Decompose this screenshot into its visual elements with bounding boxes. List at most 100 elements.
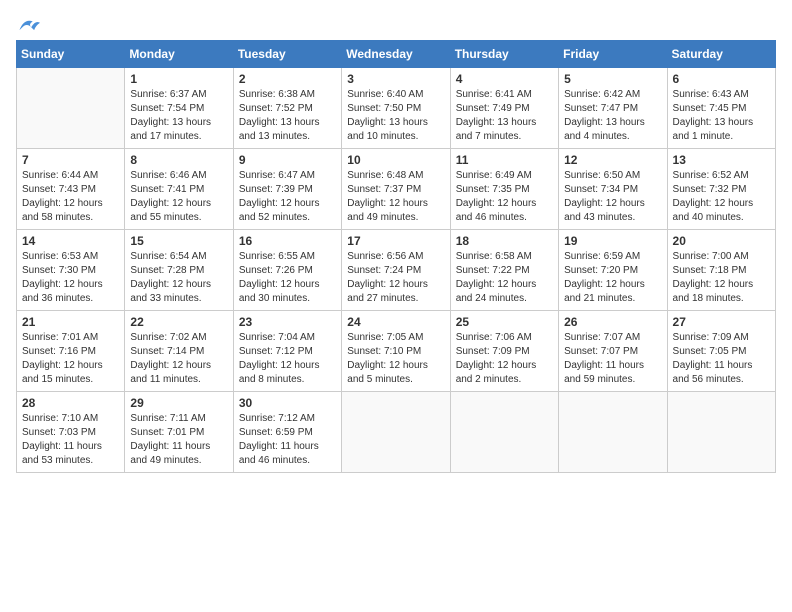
calendar-cell: 30 Sunrise: 7:12 AM Sunset: 6:59 PM Dayli… bbox=[233, 392, 341, 473]
day-number: 1 bbox=[130, 72, 227, 86]
calendar-table: SundayMondayTuesdayWednesdayThursdayFrid… bbox=[16, 40, 776, 473]
day-info: Sunrise: 6:37 AM Sunset: 7:54 PM Dayligh… bbox=[130, 88, 227, 144]
day-info: Sunrise: 6:52 AM Sunset: 7:32 PM Dayligh… bbox=[673, 169, 770, 225]
calendar-cell: 22 Sunrise: 7:02 AM Sunset: 7:14 PM Dayli… bbox=[125, 311, 233, 392]
calendar-cell: 17 Sunrise: 6:56 AM Sunset: 7:24 PM Dayli… bbox=[342, 230, 450, 311]
calendar-cell: 12 Sunrise: 6:50 AM Sunset: 7:34 PM Dayli… bbox=[559, 149, 667, 230]
day-header-thursday: Thursday bbox=[450, 41, 558, 68]
day-info: Sunrise: 7:12 AM Sunset: 6:59 PM Dayligh… bbox=[239, 412, 336, 468]
calendar-cell: 11 Sunrise: 6:49 AM Sunset: 7:35 PM Dayli… bbox=[450, 149, 558, 230]
day-number: 13 bbox=[673, 153, 770, 167]
calendar-cell: 19 Sunrise: 6:59 AM Sunset: 7:20 PM Dayli… bbox=[559, 230, 667, 311]
day-number: 21 bbox=[22, 315, 119, 329]
day-info: Sunrise: 7:06 AM Sunset: 7:09 PM Dayligh… bbox=[456, 331, 553, 387]
day-number: 4 bbox=[456, 72, 553, 86]
calendar-cell bbox=[667, 392, 775, 473]
day-info: Sunrise: 6:59 AM Sunset: 7:20 PM Dayligh… bbox=[564, 250, 661, 306]
calendar-week-row: 14 Sunrise: 6:53 AM Sunset: 7:30 PM Dayli… bbox=[17, 230, 776, 311]
day-info: Sunrise: 7:11 AM Sunset: 7:01 PM Dayligh… bbox=[130, 412, 227, 468]
calendar-cell: 20 Sunrise: 7:00 AM Sunset: 7:18 PM Dayli… bbox=[667, 230, 775, 311]
logo bbox=[16, 16, 40, 30]
day-number: 22 bbox=[130, 315, 227, 329]
day-info: Sunrise: 7:02 AM Sunset: 7:14 PM Dayligh… bbox=[130, 331, 227, 387]
day-number: 8 bbox=[130, 153, 227, 167]
day-info: Sunrise: 7:09 AM Sunset: 7:05 PM Dayligh… bbox=[673, 331, 770, 387]
day-info: Sunrise: 6:43 AM Sunset: 7:45 PM Dayligh… bbox=[673, 88, 770, 144]
day-info: Sunrise: 6:46 AM Sunset: 7:41 PM Dayligh… bbox=[130, 169, 227, 225]
day-header-wednesday: Wednesday bbox=[342, 41, 450, 68]
day-info: Sunrise: 6:40 AM Sunset: 7:50 PM Dayligh… bbox=[347, 88, 444, 144]
calendar-cell: 15 Sunrise: 6:54 AM Sunset: 7:28 PM Dayli… bbox=[125, 230, 233, 311]
calendar-cell: 23 Sunrise: 7:04 AM Sunset: 7:12 PM Dayli… bbox=[233, 311, 341, 392]
calendar-week-row: 1 Sunrise: 6:37 AM Sunset: 7:54 PM Daylig… bbox=[17, 68, 776, 149]
day-number: 16 bbox=[239, 234, 336, 248]
day-number: 7 bbox=[22, 153, 119, 167]
day-info: Sunrise: 6:58 AM Sunset: 7:22 PM Dayligh… bbox=[456, 250, 553, 306]
calendar-cell: 14 Sunrise: 6:53 AM Sunset: 7:30 PM Dayli… bbox=[17, 230, 125, 311]
day-number: 28 bbox=[22, 396, 119, 410]
day-header-friday: Friday bbox=[559, 41, 667, 68]
day-info: Sunrise: 6:49 AM Sunset: 7:35 PM Dayligh… bbox=[456, 169, 553, 225]
day-info: Sunrise: 6:54 AM Sunset: 7:28 PM Dayligh… bbox=[130, 250, 227, 306]
day-number: 20 bbox=[673, 234, 770, 248]
day-number: 15 bbox=[130, 234, 227, 248]
calendar-cell: 3 Sunrise: 6:40 AM Sunset: 7:50 PM Daylig… bbox=[342, 68, 450, 149]
day-info: Sunrise: 6:55 AM Sunset: 7:26 PM Dayligh… bbox=[239, 250, 336, 306]
day-header-sunday: Sunday bbox=[17, 41, 125, 68]
day-info: Sunrise: 6:48 AM Sunset: 7:37 PM Dayligh… bbox=[347, 169, 444, 225]
calendar-week-row: 21Sunrise: 7:01 AM Sunset: 7:16 PM Dayli… bbox=[17, 311, 776, 392]
day-number: 6 bbox=[673, 72, 770, 86]
calendar-cell: 28Sunrise: 7:10 AM Sunset: 7:03 PM Dayli… bbox=[17, 392, 125, 473]
calendar-cell: 4Sunrise: 6:41 AM Sunset: 7:49 PM Daylig… bbox=[450, 68, 558, 149]
page-header bbox=[16, 16, 776, 30]
day-header-saturday: Saturday bbox=[667, 41, 775, 68]
day-number: 3 bbox=[347, 72, 444, 86]
calendar-cell: 21Sunrise: 7:01 AM Sunset: 7:16 PM Dayli… bbox=[17, 311, 125, 392]
calendar-cell: 5Sunrise: 6:42 AM Sunset: 7:47 PM Daylig… bbox=[559, 68, 667, 149]
day-number: 2 bbox=[239, 72, 336, 86]
day-number: 14 bbox=[22, 234, 119, 248]
day-number: 19 bbox=[564, 234, 661, 248]
day-info: Sunrise: 7:00 AM Sunset: 7:18 PM Dayligh… bbox=[673, 250, 770, 306]
day-number: 30 bbox=[239, 396, 336, 410]
day-number: 18 bbox=[456, 234, 553, 248]
calendar-week-row: 28Sunrise: 7:10 AM Sunset: 7:03 PM Dayli… bbox=[17, 392, 776, 473]
day-info: Sunrise: 6:53 AM Sunset: 7:30 PM Dayligh… bbox=[22, 250, 119, 306]
day-info: Sunrise: 7:07 AM Sunset: 7:07 PM Dayligh… bbox=[564, 331, 661, 387]
calendar-cell: 27 Sunrise: 7:09 AM Sunset: 7:05 PM Dayli… bbox=[667, 311, 775, 392]
day-info: Sunrise: 7:04 AM Sunset: 7:12 PM Dayligh… bbox=[239, 331, 336, 387]
calendar-cell: 16 Sunrise: 6:55 AM Sunset: 7:26 PM Dayli… bbox=[233, 230, 341, 311]
day-number: 26 bbox=[564, 315, 661, 329]
calendar-cell: 6 Sunrise: 6:43 AM Sunset: 7:45 PM Daylig… bbox=[667, 68, 775, 149]
calendar-cell: 24Sunrise: 7:05 AM Sunset: 7:10 PM Dayli… bbox=[342, 311, 450, 392]
calendar-week-row: 7 Sunrise: 6:44 AM Sunset: 7:43 PM Daylig… bbox=[17, 149, 776, 230]
day-info: Sunrise: 6:44 AM Sunset: 7:43 PM Dayligh… bbox=[22, 169, 119, 225]
day-number: 27 bbox=[673, 315, 770, 329]
calendar-cell: 7 Sunrise: 6:44 AM Sunset: 7:43 PM Daylig… bbox=[17, 149, 125, 230]
calendar-cell bbox=[559, 392, 667, 473]
day-number: 23 bbox=[239, 315, 336, 329]
calendar-cell: 29 Sunrise: 7:11 AM Sunset: 7:01 PM Dayli… bbox=[125, 392, 233, 473]
day-info: Sunrise: 6:56 AM Sunset: 7:24 PM Dayligh… bbox=[347, 250, 444, 306]
calendar-header-row: SundayMondayTuesdayWednesdayThursdayFrid… bbox=[17, 41, 776, 68]
logo-bird-icon bbox=[18, 16, 40, 34]
day-number: 11 bbox=[456, 153, 553, 167]
day-number: 29 bbox=[130, 396, 227, 410]
calendar-cell: 9 Sunrise: 6:47 AM Sunset: 7:39 PM Daylig… bbox=[233, 149, 341, 230]
day-number: 25 bbox=[456, 315, 553, 329]
day-info: Sunrise: 6:50 AM Sunset: 7:34 PM Dayligh… bbox=[564, 169, 661, 225]
calendar-cell: 25 Sunrise: 7:06 AM Sunset: 7:09 PM Dayli… bbox=[450, 311, 558, 392]
calendar-cell: 26 Sunrise: 7:07 AM Sunset: 7:07 PM Dayli… bbox=[559, 311, 667, 392]
day-number: 5 bbox=[564, 72, 661, 86]
calendar-cell bbox=[342, 392, 450, 473]
day-info: Sunrise: 7:05 AM Sunset: 7:10 PM Dayligh… bbox=[347, 331, 444, 387]
calendar-cell: 8 Sunrise: 6:46 AM Sunset: 7:41 PM Daylig… bbox=[125, 149, 233, 230]
day-number: 17 bbox=[347, 234, 444, 248]
day-header-monday: Monday bbox=[125, 41, 233, 68]
calendar-cell: 10Sunrise: 6:48 AM Sunset: 7:37 PM Dayli… bbox=[342, 149, 450, 230]
calendar-cell bbox=[17, 68, 125, 149]
day-number: 9 bbox=[239, 153, 336, 167]
day-number: 12 bbox=[564, 153, 661, 167]
day-info: Sunrise: 6:47 AM Sunset: 7:39 PM Dayligh… bbox=[239, 169, 336, 225]
calendar-cell bbox=[450, 392, 558, 473]
